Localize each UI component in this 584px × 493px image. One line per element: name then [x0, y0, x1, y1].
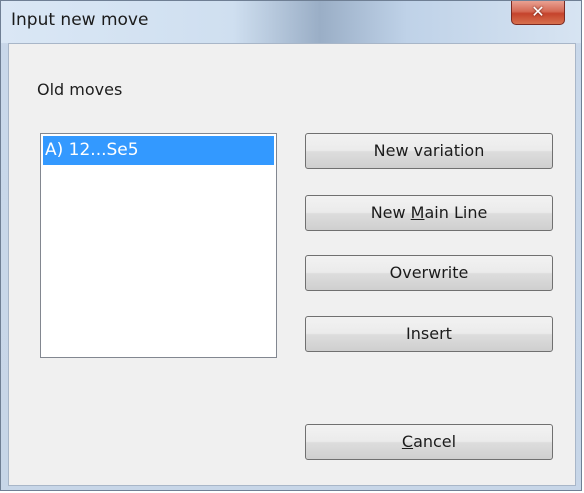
cancel-label-suffix: ancel — [413, 432, 457, 451]
overwrite-button[interactable]: Overwrite — [305, 255, 553, 291]
new-main-line-mnemonic: M — [410, 203, 425, 222]
list-item[interactable]: A) 12...Se5 — [43, 136, 274, 165]
new-main-line-button[interactable]: New Main Line — [305, 195, 553, 231]
cancel-button[interactable]: Cancel — [305, 424, 553, 460]
old-moves-listbox[interactable]: A) 12...Se5 — [40, 133, 277, 358]
dialog-window: Input new move ✕ Old moves A) 12...Se5 N… — [0, 0, 582, 491]
insert-button[interactable]: Insert — [305, 316, 553, 352]
new-main-line-label-suffix: ain Line — [424, 203, 488, 222]
close-icon: ✕ — [531, 2, 545, 21]
title-bar[interactable]: Input new move ✕ — [1, 1, 581, 43]
close-button[interactable]: ✕ — [511, 1, 565, 25]
cancel-mnemonic: C — [401, 432, 414, 451]
dialog-title: Input new move — [11, 10, 149, 30]
old-moves-label: Old moves — [37, 80, 123, 99]
new-main-line-label-prefix: New — [370, 203, 411, 222]
new-variation-button[interactable]: New variation — [305, 133, 553, 169]
dialog-body: Old moves A) 12...Se5 New variation New … — [8, 43, 576, 486]
